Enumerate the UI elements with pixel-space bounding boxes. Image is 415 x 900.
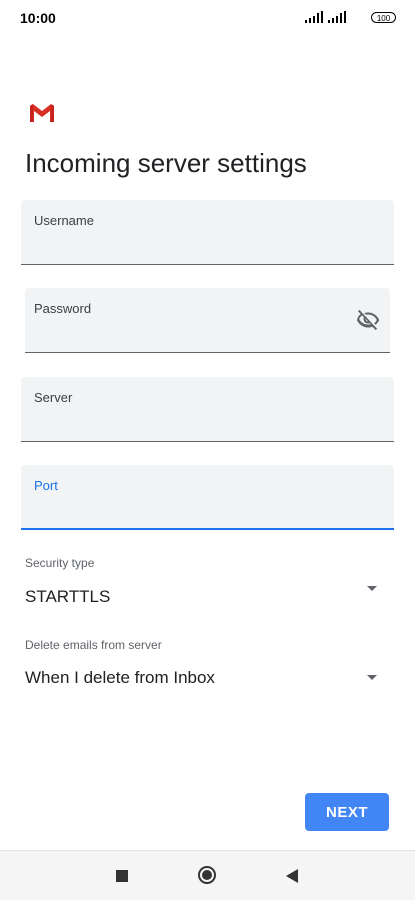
triangle-back-icon[interactable] — [286, 869, 298, 883]
eye-off-icon[interactable] — [356, 308, 380, 332]
signal-strength-icon-2 — [328, 11, 346, 23]
status-time: 10:00 — [20, 10, 56, 26]
port-field[interactable]: Port — [21, 465, 394, 530]
server-field[interactable]: Server — [21, 377, 394, 442]
chevron-down-icon[interactable] — [367, 675, 377, 680]
server-label: Server — [34, 390, 73, 405]
delete-emails-label: Delete emails from server — [25, 638, 162, 652]
page-title: Incoming server settings — [25, 148, 307, 178]
security-type-value[interactable]: STARTTLS — [25, 587, 110, 607]
gmail-icon — [30, 104, 54, 122]
delete-emails-value[interactable]: When I delete from Inbox — [25, 668, 215, 688]
password-field[interactable]: Password — [25, 288, 390, 353]
security-type-label: Security type — [25, 556, 95, 570]
signal-strength-icon — [305, 11, 323, 23]
next-button[interactable]: NEXT — [305, 793, 389, 831]
username-label: Username — [34, 213, 94, 228]
circle-icon[interactable] — [198, 866, 216, 884]
battery-icon: 100 — [371, 12, 396, 23]
navigation-bar — [0, 850, 415, 900]
status-bar: 10:00 100 — [0, 0, 415, 38]
password-label: Password — [34, 301, 92, 316]
port-label: Port — [34, 478, 58, 493]
square-icon[interactable] — [116, 870, 128, 882]
chevron-down-icon[interactable] — [367, 586, 377, 591]
username-field[interactable]: Username — [21, 200, 394, 265]
